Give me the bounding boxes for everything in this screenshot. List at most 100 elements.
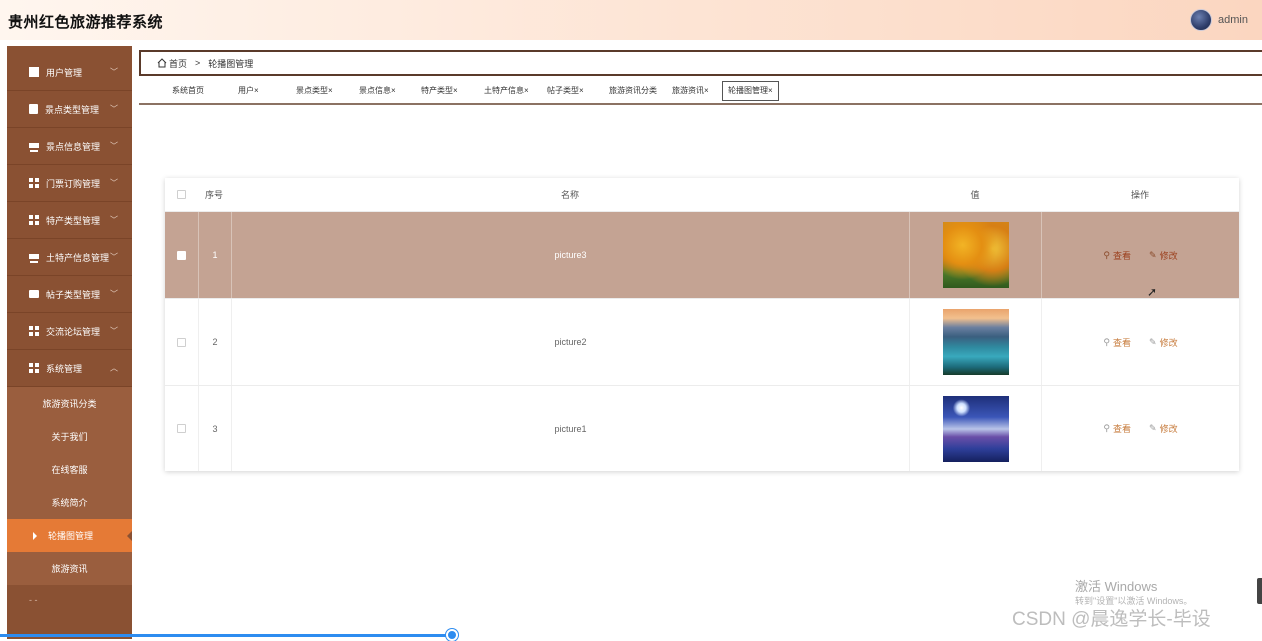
sidebar-item-scenic-info-management[interactable]: 景点信息管理 ﹀ bbox=[7, 128, 132, 165]
grid-icon bbox=[29, 326, 39, 336]
header-actions: 操作 bbox=[1130, 190, 1149, 200]
select-all-checkbox[interactable] bbox=[177, 190, 186, 199]
view-label: 查看 bbox=[1113, 424, 1132, 434]
sidebar-item-forum-management[interactable]: 交流论坛管理 ﹀ bbox=[7, 313, 132, 350]
sidebar-item-label: 交流论坛管理 bbox=[46, 326, 101, 337]
row-actions: ⚲ 查看 ✎ 修改 bbox=[1041, 299, 1239, 385]
pencil-icon: ✎ bbox=[1149, 423, 1157, 433]
tab-scenic-info[interactable]: 景点信息× bbox=[359, 81, 396, 101]
breadcrumb-current: 轮播图管理 bbox=[208, 58, 254, 69]
breadcrumb-separator: > bbox=[195, 58, 201, 68]
row-checkbox-cell[interactable] bbox=[165, 299, 198, 385]
edit-label: 修改 bbox=[1159, 250, 1178, 261]
tab-local-specialties[interactable]: 土特产信息× bbox=[484, 81, 529, 101]
sidebar-item-label: 景点信息管理 bbox=[46, 141, 101, 152]
tab-post-types[interactable]: 帖子类型× bbox=[547, 81, 584, 101]
submenu-item-carousel-management[interactable]: 轮播图管理 bbox=[7, 519, 132, 552]
tab-carousel-management[interactable]: 轮播图管理× bbox=[722, 81, 779, 101]
avatar[interactable] bbox=[1190, 9, 1213, 31]
table-row[interactable]: 3 picture1 ⚲ 查看 ✎ 修改 bbox=[165, 385, 1239, 471]
select-all-cell[interactable] bbox=[165, 178, 198, 211]
breadcrumb-home[interactable]: 首页 bbox=[169, 57, 187, 70]
submenu-item-system-intro[interactable]: 系统简介 bbox=[7, 486, 132, 519]
sidebar-item-label: 门票订购管理 bbox=[46, 178, 101, 189]
chevron-down-icon: ﹀ bbox=[110, 67, 118, 77]
tab-system-home[interactable]: 系统首页 bbox=[172, 81, 204, 101]
night-lake-thumbnail[interactable] bbox=[942, 395, 1009, 462]
header-name: 名称 bbox=[560, 190, 579, 200]
sidebar-item-scenic-type-management[interactable]: 景点类型管理 ﹀ bbox=[7, 91, 132, 128]
row-image-cell bbox=[909, 299, 1041, 385]
edit-button[interactable]: ✎ 修改 bbox=[1149, 422, 1178, 435]
top-header: 贵州红色旅游推荐系统 admin bbox=[0, 0, 1262, 40]
pencil-icon: ✎ bbox=[1149, 336, 1157, 347]
view-button[interactable]: ⚲ 查看 bbox=[1103, 422, 1131, 435]
chevron-down-icon: ﹀ bbox=[110, 141, 118, 151]
submenu-item-online-service[interactable]: 在线客服 bbox=[7, 453, 132, 486]
grid-icon bbox=[29, 215, 39, 225]
header-index: 序号 bbox=[205, 190, 224, 200]
row-name: picture3 bbox=[231, 212, 909, 298]
row-actions: ⚲ 查看 ✎ 修改 bbox=[1041, 386, 1239, 471]
table-row[interactable]: 1 picture3 ⚲ 查看 ✎ 修改 bbox=[165, 211, 1239, 298]
edit-label: 修改 bbox=[1159, 337, 1178, 348]
scrollbar-thumb[interactable] bbox=[446, 629, 458, 641]
chat-icon bbox=[29, 290, 39, 298]
monitor-icon bbox=[29, 253, 39, 261]
submenu-item-travel-news-category[interactable]: 旅游资讯分类 bbox=[7, 387, 132, 420]
sidebar-item-system-management[interactable]: 系统管理 ︿ bbox=[7, 350, 132, 387]
username[interactable]: admin bbox=[1218, 14, 1248, 26]
tab-users[interactable]: 用户× bbox=[238, 81, 259, 101]
row-index: 1 bbox=[198, 212, 231, 298]
view-button[interactable]: ⚲ 查看 bbox=[1103, 336, 1131, 349]
sidebar-item-ticket-order-management[interactable]: 门票订购管理 ﹀ bbox=[7, 165, 132, 202]
row-checkbox[interactable] bbox=[177, 424, 186, 433]
breadcrumb: 首页 > 轮播图管理 bbox=[139, 50, 1262, 76]
mountain-lake-thumbnail[interactable] bbox=[942, 309, 1009, 375]
tab-travel-news[interactable]: 旅游资讯× bbox=[672, 81, 709, 101]
row-checkbox[interactable] bbox=[177, 337, 186, 347]
user-icon bbox=[29, 67, 39, 77]
edit-button[interactable]: ✎ 修改 bbox=[1149, 249, 1178, 262]
sidebar-item-user-management[interactable]: 用户管理 ﹀ bbox=[7, 46, 132, 91]
table-row[interactable]: 2 picture2 ⚲ 查看 ✎ 修改 bbox=[165, 298, 1239, 385]
home-icon[interactable] bbox=[157, 58, 167, 68]
chevron-down-icon: ﹀ bbox=[110, 252, 118, 262]
tab-scenic-types[interactable]: 景点类型× bbox=[296, 81, 333, 101]
tab-specialty-types[interactable]: 特产类型× bbox=[421, 81, 458, 101]
edit-label: 修改 bbox=[1159, 424, 1178, 434]
sidebar-item-specialty-type-management[interactable]: 特产类型管理 ﹀ bbox=[7, 202, 132, 239]
row-checkbox-cell[interactable] bbox=[165, 386, 198, 471]
sidebar-item-label: 土特产信息管理 bbox=[46, 252, 110, 263]
clipboard-icon bbox=[29, 104, 38, 114]
sidebar-item-local-specialty-management[interactable]: 土特产信息管理 ﹀ bbox=[7, 239, 132, 276]
activate-windows-title: 激活 Windows bbox=[1075, 579, 1158, 594]
submenu-item-travel-news[interactable]: 旅游资讯 bbox=[7, 552, 132, 585]
row-image-cell bbox=[909, 386, 1041, 471]
submenu-item-about-us[interactable]: 关于我们 bbox=[7, 420, 132, 453]
row-name: picture2 bbox=[231, 299, 909, 385]
horizontal-scrollbar[interactable] bbox=[0, 634, 452, 637]
mouse-cursor-icon: ➚ bbox=[1147, 285, 1158, 299]
tab-bar: 系统首页 用户× 景点类型× 景点信息× 特产类型× 土特产信息× 帖子类型× … bbox=[139, 78, 1262, 105]
row-checkbox-cell[interactable] bbox=[165, 212, 198, 298]
chevron-down-icon: ﹀ bbox=[110, 326, 118, 336]
row-checkbox[interactable] bbox=[177, 250, 186, 260]
chevron-down-icon: ﹀ bbox=[110, 104, 118, 114]
autumn-trees-thumbnail[interactable] bbox=[942, 222, 1009, 288]
sidebar-item-post-type-management[interactable]: 帖子类型管理 ﹀ bbox=[7, 276, 132, 313]
app-title: 贵州红色旅游推荐系统 bbox=[8, 14, 164, 31]
pencil-icon: ✎ bbox=[1149, 249, 1157, 260]
user-menu[interactable]: admin bbox=[1190, 9, 1248, 31]
sidebar-more: - - bbox=[29, 595, 38, 605]
system-submenu: 旅游资讯分类 关于我们 在线客服 系统简介 轮播图管理 旅游资讯 bbox=[7, 387, 132, 585]
edit-button[interactable]: ✎ 修改 bbox=[1149, 336, 1178, 349]
view-button[interactable]: ⚲ 查看 bbox=[1103, 249, 1131, 262]
grid-icon bbox=[29, 178, 39, 188]
tab-travel-news-category[interactable]: 旅游资讯分类 bbox=[609, 81, 657, 101]
view-label: 查看 bbox=[1113, 250, 1132, 261]
table-header: 序号 名称 值 操作 bbox=[165, 178, 1239, 211]
search-icon: ⚲ bbox=[1103, 423, 1110, 433]
row-index: 3 bbox=[198, 386, 231, 471]
side-panel-handle[interactable] bbox=[1257, 578, 1262, 604]
